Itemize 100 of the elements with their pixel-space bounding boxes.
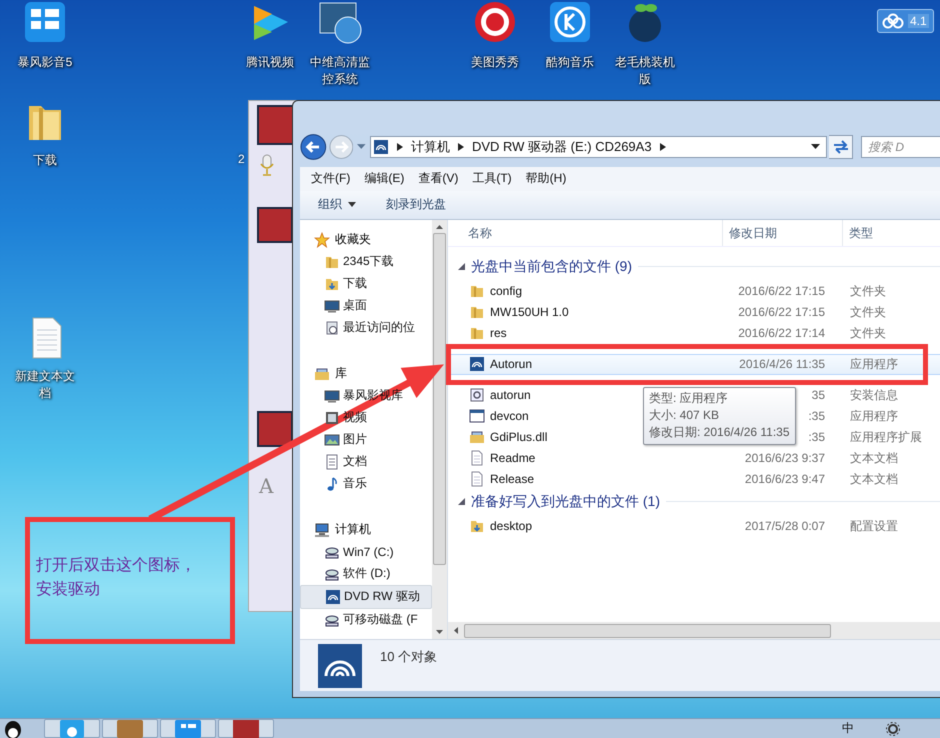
taskbar-button[interactable] bbox=[160, 719, 216, 738]
nav-item[interactable]: 可移动磁盘 (F bbox=[300, 608, 432, 631]
nav-group[interactable]: 库 bbox=[300, 362, 432, 385]
disc-drive-icon bbox=[325, 588, 341, 605]
icon-label[interactable]: 暴风影音5 bbox=[12, 54, 78, 71]
avatar bbox=[257, 411, 293, 447]
date-cell: 2017/5/28 0:07 bbox=[744, 519, 825, 534]
collapse-triangle-icon bbox=[458, 263, 465, 270]
text-file-icon bbox=[469, 450, 485, 466]
icon-label[interactable]: 2 bbox=[238, 152, 245, 166]
icon-label[interactable]: 酷狗音乐 bbox=[537, 54, 603, 71]
file-name[interactable]: config bbox=[490, 284, 522, 298]
file-name[interactable]: desktop bbox=[490, 519, 532, 534]
nav-item[interactable]: 2345下载 bbox=[300, 250, 432, 273]
refresh-arrows-icon bbox=[832, 138, 850, 155]
nav-item[interactable]: DVD RW 驱动 bbox=[300, 584, 432, 609]
monitor-icon bbox=[324, 388, 340, 404]
icon-label[interactable]: 中维高清监控系统 bbox=[307, 54, 373, 88]
tooltip-line: 类型: 应用程序 bbox=[649, 390, 729, 407]
disc-drive-icon bbox=[318, 644, 362, 688]
app-icon bbox=[60, 720, 84, 738]
avatar-icon bbox=[233, 720, 259, 738]
nav-item[interactable]: 音乐 bbox=[300, 472, 432, 495]
group-header[interactable]: 光盘中当前包含的文件 (9) bbox=[448, 254, 940, 279]
breadcrumb-item[interactable]: DVD RW 驱动器 (E:) CD269A3 bbox=[472, 138, 652, 156]
nav-item[interactable]: 桌面 bbox=[300, 294, 432, 317]
widget-text: 4.1 bbox=[908, 14, 929, 28]
scroll-thumb[interactable] bbox=[464, 624, 831, 638]
disc-drive-icon bbox=[372, 138, 389, 155]
icon-label[interactable]: 腾讯视频 bbox=[237, 54, 303, 71]
recent-places-icon bbox=[324, 320, 340, 336]
annotation-text: 打开后双击这个图标，安装驱动 bbox=[36, 556, 197, 600]
column-header[interactable]: 类型 bbox=[843, 220, 940, 246]
type-cell: 文件夹 bbox=[850, 304, 886, 319]
penguin-icon bbox=[2, 718, 24, 738]
chevron-right-icon bbox=[458, 142, 464, 151]
item-count: 10 个对象 bbox=[380, 648, 438, 666]
disc-drive-icon bbox=[469, 356, 485, 372]
nav-item[interactable]: 文档 bbox=[300, 450, 432, 473]
app-icon bbox=[117, 720, 143, 738]
file-name[interactable]: GdiPlus.dll bbox=[490, 430, 548, 444]
icon-label[interactable]: 老毛桃装机版 bbox=[612, 54, 678, 88]
menu-item[interactable]: 帮助(H) bbox=[518, 170, 574, 188]
taskbar-button[interactable] bbox=[218, 719, 274, 738]
date-cell: 2016/6/22 17:15 bbox=[738, 305, 825, 320]
scrollbar[interactable] bbox=[448, 622, 940, 640]
address-bar[interactable]: 计算机 DVD RW 驱动器 (E:) CD269A3 bbox=[370, 136, 828, 158]
taskbar-button[interactable] bbox=[44, 719, 100, 738]
icon-label[interactable]: 下载 bbox=[12, 152, 78, 169]
folder-icon bbox=[469, 283, 485, 300]
menu-item[interactable]: 文件(F) bbox=[304, 170, 358, 188]
tooltip-line: 修改日期: 2016/4/26 11:35 bbox=[649, 424, 790, 441]
date-cell: :35 bbox=[808, 409, 825, 424]
toolbar-button[interactable]: 刻录到光盘 bbox=[368, 190, 458, 219]
nav-item[interactable]: 图片 bbox=[300, 428, 432, 451]
taskbar-button[interactable] bbox=[102, 719, 158, 738]
menu-item[interactable]: 工具(T) bbox=[465, 170, 519, 188]
dropdown-arrow-icon bbox=[811, 144, 820, 150]
microphone-icon bbox=[260, 154, 274, 176]
nav-item[interactable]: Win7 (C:) bbox=[300, 540, 432, 563]
icon-label[interactable]: 美图秀秀 bbox=[462, 54, 528, 71]
type-cell: 应用程序 bbox=[850, 408, 898, 423]
file-name[interactable]: Readme bbox=[490, 451, 536, 466]
file-name[interactable]: devcon bbox=[490, 409, 529, 424]
nav-item[interactable]: 软件 (D:) bbox=[300, 562, 432, 585]
file-name[interactable]: MW150UH 1.0 bbox=[490, 305, 569, 320]
nav-item[interactable]: 下载 bbox=[300, 272, 432, 295]
menu-item[interactable]: 查看(V) bbox=[411, 170, 466, 188]
scroll-thumb[interactable] bbox=[433, 232, 446, 565]
nav-item[interactable]: 最近访问的位 bbox=[300, 316, 432, 339]
scroll-down-icon bbox=[436, 630, 443, 634]
cloud-icon bbox=[882, 13, 904, 29]
file-name[interactable]: Release bbox=[490, 472, 534, 486]
nav-group[interactable]: 计算机 bbox=[300, 518, 432, 541]
date-cell: 2016/6/23 9:47 bbox=[744, 472, 825, 486]
scroll-up-icon bbox=[436, 224, 443, 229]
chevron-right-icon bbox=[396, 142, 403, 151]
folder-icon bbox=[469, 325, 485, 342]
picture-icon bbox=[324, 432, 340, 448]
menu-item[interactable]: 编辑(E) bbox=[357, 170, 412, 188]
type-cell: 应用程序 bbox=[850, 356, 898, 371]
column-header[interactable]: 名称 bbox=[448, 220, 723, 246]
monitor-icon bbox=[324, 298, 340, 314]
scrollbar[interactable] bbox=[432, 220, 447, 640]
program-window-icon bbox=[469, 408, 485, 424]
column-header[interactable]: 修改日期 bbox=[723, 220, 843, 246]
file-name[interactable]: Autorun bbox=[490, 357, 532, 372]
file-name[interactable]: res bbox=[490, 326, 507, 340]
search-field[interactable]: 搜索 D bbox=[861, 136, 940, 158]
breadcrumb-item[interactable]: 计算机 bbox=[410, 138, 450, 156]
film-icon bbox=[324, 410, 340, 426]
file-name[interactable]: autorun bbox=[490, 388, 531, 402]
refresh-button[interactable] bbox=[829, 134, 853, 159]
group-header[interactable]: 准备好写入到光盘中的文件 (1) bbox=[448, 490, 940, 514]
type-cell: 文本文档 bbox=[850, 450, 898, 465]
toolbar-button[interactable]: 组织 bbox=[300, 190, 368, 219]
settings-file-icon bbox=[469, 387, 485, 404]
text-file-icon bbox=[469, 471, 485, 488]
nav-group[interactable]: 收藏夹 bbox=[300, 228, 432, 251]
input-method-indicator[interactable]: 中 bbox=[842, 720, 854, 737]
